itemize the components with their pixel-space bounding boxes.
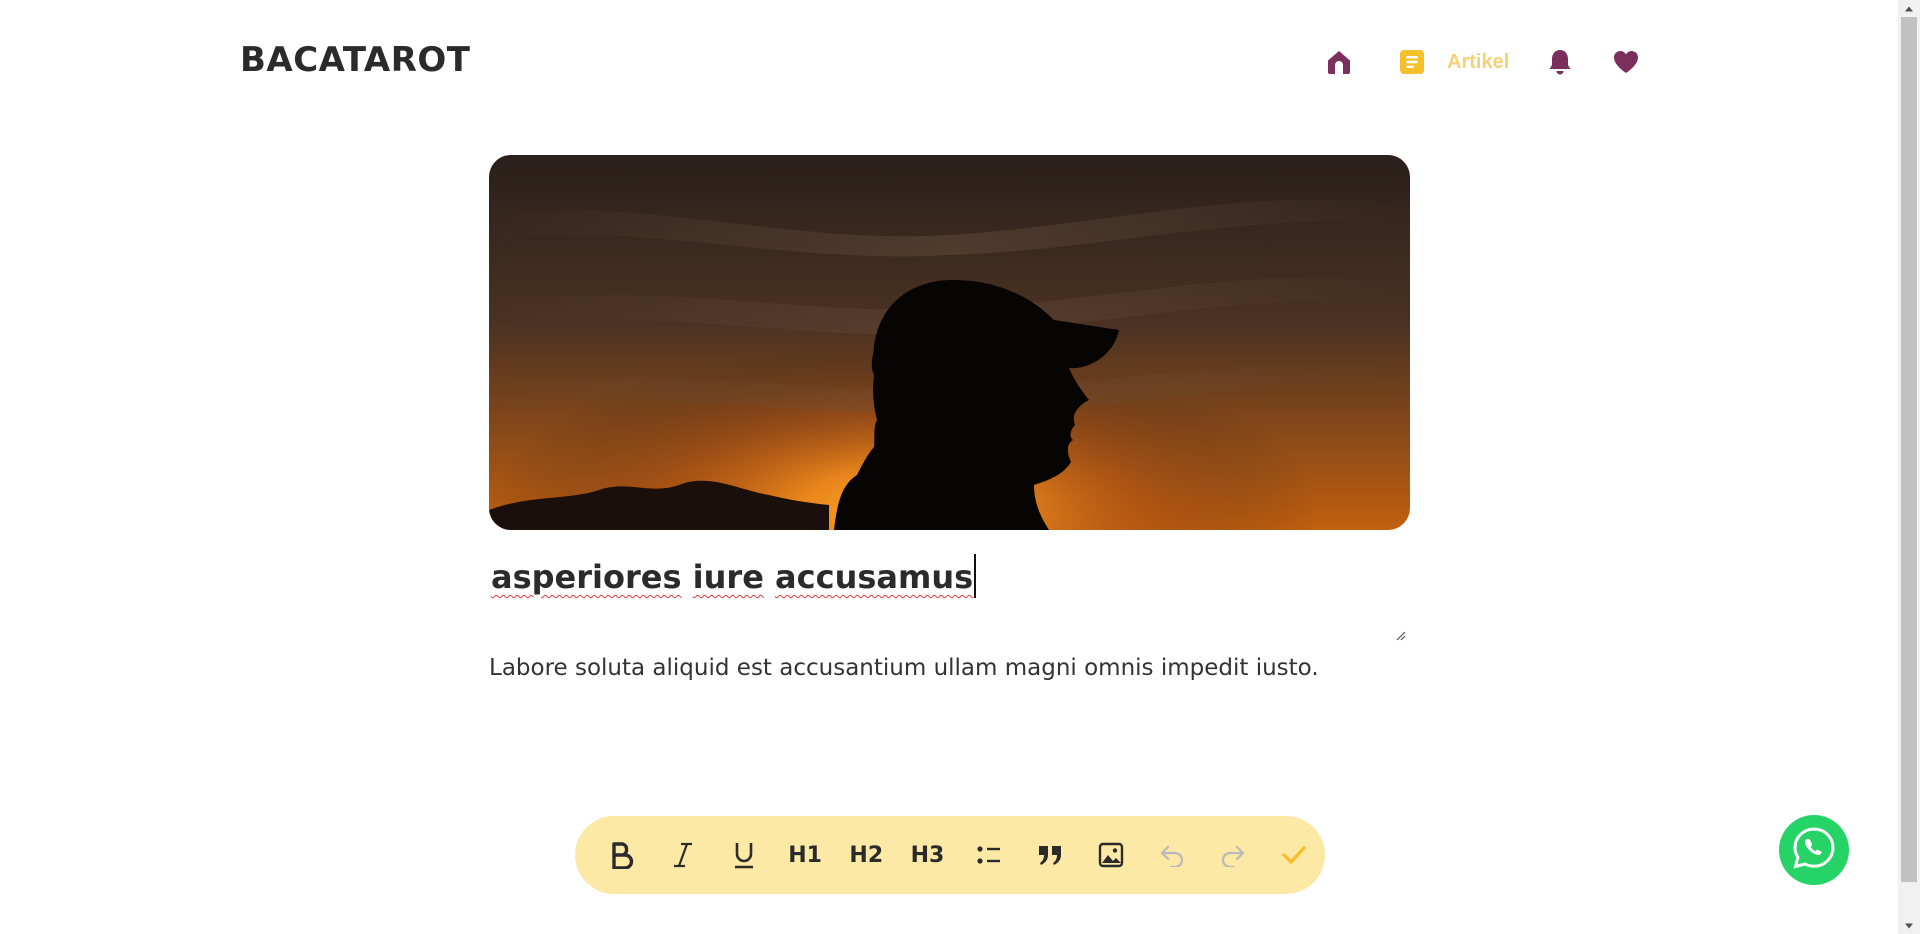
title-input[interactable]: asperiores iure accusamus (491, 554, 977, 598)
bell-icon (1547, 48, 1573, 76)
italic-button[interactable] (652, 831, 713, 879)
underline-icon (732, 841, 756, 869)
nav-article-label: Artikel (1447, 50, 1510, 73)
check-icon (1281, 844, 1307, 866)
text-caret (974, 554, 977, 598)
image-icon (1098, 842, 1124, 868)
h3-button[interactable]: H3 (897, 831, 958, 879)
whatsapp-icon (1791, 825, 1837, 875)
undo-icon (1159, 843, 1185, 867)
whatsapp-button[interactable] (1779, 815, 1849, 885)
article-body[interactable]: Labore soluta aliquid est accusantium ul… (489, 655, 1410, 681)
title-word: iure (692, 558, 764, 596)
main-nav: Artikel (1325, 46, 1639, 78)
save-button[interactable] (1264, 831, 1325, 879)
scroll-thumb[interactable] (1901, 17, 1917, 882)
bold-button[interactable] (591, 831, 652, 879)
scroll-down-arrow-icon[interactable] (1898, 917, 1920, 934)
italic-icon (671, 841, 695, 869)
cover-image[interactable] (489, 155, 1410, 530)
nav-home[interactable] (1325, 48, 1353, 76)
list-icon (976, 843, 1002, 867)
site-logo[interactable]: BACATAROT (240, 40, 471, 80)
nav-notifications[interactable] (1547, 48, 1573, 76)
title-word: asperiores (491, 558, 682, 596)
h2-button[interactable]: H2 (836, 831, 897, 879)
page-scrollbar[interactable] (1898, 0, 1920, 934)
title-word: accusamus (775, 558, 974, 596)
nav-favorites[interactable] (1613, 50, 1639, 74)
underline-button[interactable] (713, 831, 774, 879)
silhouette-sunset-image (489, 155, 1410, 530)
home-icon (1325, 48, 1353, 76)
undo-button[interactable] (1142, 831, 1203, 879)
scroll-up-arrow-icon[interactable] (1898, 0, 1920, 17)
site-header: BACATAROT Artikel (0, 0, 1898, 120)
h1-button[interactable]: H1 (775, 831, 836, 879)
heart-icon (1613, 50, 1639, 74)
nav-article[interactable]: Artikel (1399, 49, 1509, 75)
bullet-list-button[interactable] (958, 831, 1019, 879)
title-field[interactable]: asperiores iure accusamus (489, 548, 1410, 642)
quote-button[interactable] (1019, 831, 1080, 879)
redo-button[interactable] (1203, 831, 1264, 879)
article-icon (1399, 49, 1425, 75)
insert-image-button[interactable] (1080, 831, 1141, 879)
redo-icon (1220, 843, 1246, 867)
resize-handle-icon[interactable] (1394, 626, 1406, 641)
quote-icon (1037, 844, 1063, 866)
editor-toolbar: H1 H2 H3 (575, 816, 1325, 894)
bold-icon (610, 841, 634, 869)
